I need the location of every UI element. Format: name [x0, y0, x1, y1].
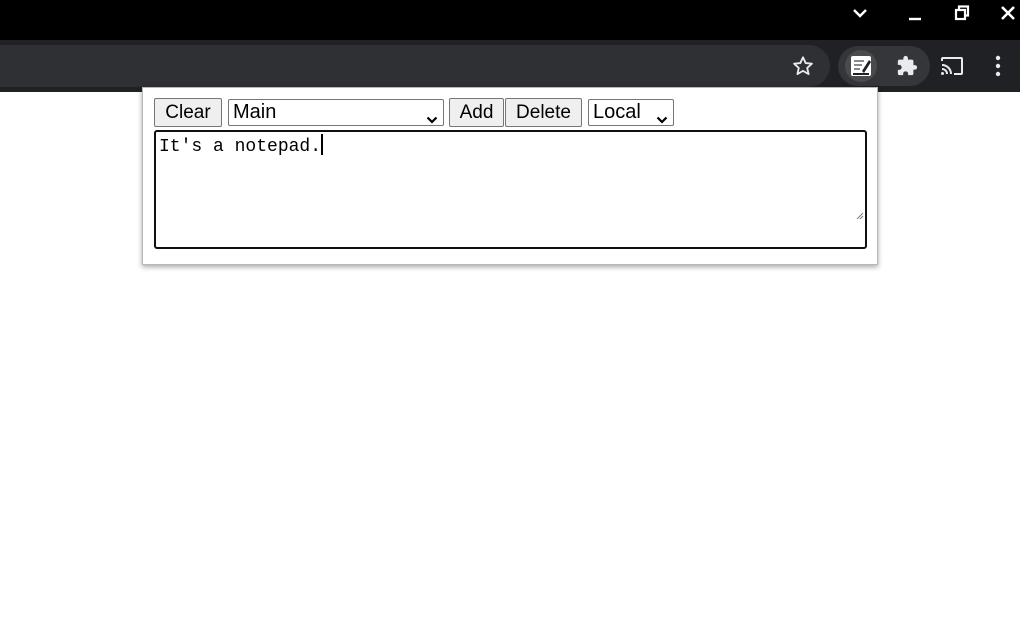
bookmark-star-button[interactable] [787, 50, 819, 82]
chevron-down-icon [852, 6, 868, 24]
chevron-down-icon [656, 107, 668, 132]
add-button[interactable]: Add [449, 98, 504, 127]
clear-button[interactable]: Clear [154, 98, 222, 127]
cast-icon [940, 55, 964, 77]
tab-search-button[interactable] [840, 0, 880, 30]
notepad-extension-button[interactable] [845, 50, 877, 82]
delete-button[interactable]: Delete [505, 98, 582, 127]
extensions-button[interactable] [891, 50, 923, 82]
storage-select-value: Local [593, 101, 641, 123]
note-select-value: Main [233, 101, 277, 123]
minimize-button[interactable] [895, 0, 935, 30]
address-bar[interactable] [0, 45, 830, 87]
star-icon [792, 55, 814, 77]
resize-grip-icon[interactable] [791, 186, 864, 246]
puzzle-icon [896, 55, 918, 77]
cast-button[interactable] [936, 50, 968, 82]
notepad-textarea[interactable]: It's a notepad. [154, 130, 867, 249]
minimize-icon [907, 5, 923, 26]
more-vert-icon [995, 55, 1001, 77]
storage-select[interactable]: Local [588, 99, 674, 126]
browser-menu-button[interactable] [982, 50, 1014, 82]
close-icon [1000, 5, 1016, 26]
browser-toolbar [0, 40, 1020, 92]
notepad-extension-icon [849, 54, 873, 78]
restore-icon [954, 4, 970, 26]
note-select[interactable]: Main [228, 99, 444, 126]
chevron-down-icon [426, 107, 438, 132]
window-titlebar [0, 0, 1020, 40]
text-caret [321, 134, 323, 155]
close-window-button[interactable] [988, 0, 1020, 30]
restore-button[interactable] [942, 0, 982, 30]
notepad-popup: Clear Main Add Delete Local It's a notep… [142, 87, 878, 265]
notepad-text: It's a notepad. [159, 137, 322, 157]
